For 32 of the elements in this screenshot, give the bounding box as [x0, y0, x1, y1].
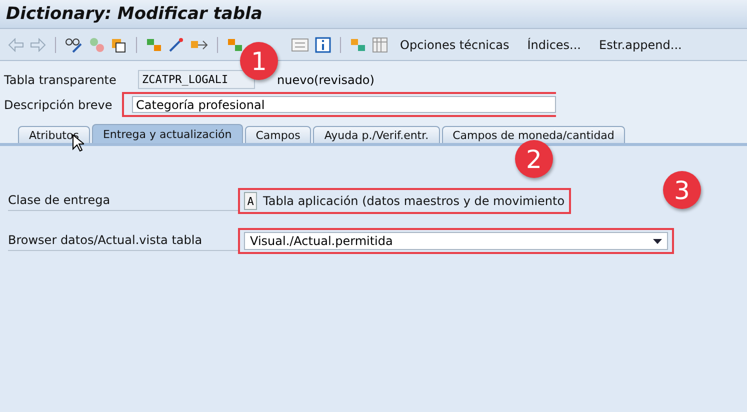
list-icon[interactable]	[291, 38, 309, 52]
toolbar-button[interactable]: Opciones técnicas	[394, 38, 516, 52]
glasses-pencil-icon[interactable]	[65, 36, 83, 52]
field-label: Browser datos/Actual.vista tabla	[8, 231, 238, 251]
info-icon[interactable]	[315, 36, 331, 52]
field-label: Clase de entrega	[8, 191, 238, 211]
field-label: Descripción breve	[4, 98, 114, 112]
table-name-field: ZCATPR_LOGALI	[138, 70, 255, 89]
forward-arrow-icon[interactable]	[30, 38, 46, 52]
description-field[interactable]: Categoría profesional	[132, 96, 556, 113]
table-grid-icon[interactable]	[372, 36, 388, 52]
grid-blocks-icon[interactable]	[350, 36, 366, 52]
toolbar-button[interactable]: Estr.append...	[593, 38, 688, 52]
delivery-code-field[interactable]: A	[244, 192, 257, 210]
browser-dropdown[interactable]: Visual./Actual.permitida	[244, 232, 668, 250]
status-text: nuevo(revisado)	[277, 72, 374, 86]
delivery-class-text: Tabla aplicación (datos maestros y de movimiento	[263, 194, 565, 208]
tab[interactable]: Campos de moneda/cantidad	[442, 126, 626, 143]
copy-pages-icon[interactable]	[111, 36, 127, 52]
back-arrow-icon[interactable]	[8, 38, 24, 52]
tab[interactable]: Campos	[244, 126, 312, 143]
tree-structure-icon[interactable]	[227, 36, 243, 52]
magic-wand-icon[interactable]	[168, 36, 184, 52]
hierarchy-icon[interactable]	[146, 36, 162, 52]
field-label: Tabla transparente	[4, 72, 118, 86]
toolbar-button[interactable]: Índices...	[521, 38, 587, 52]
tab[interactable]: Atributos	[18, 126, 90, 143]
tab[interactable]: Entrega y actualización	[92, 124, 243, 143]
tab[interactable]: Ayuda p./Verif.entr.	[313, 126, 440, 143]
window-title: Dictionary: Modificar tabla	[6, 4, 262, 24]
toggle-circles-icon[interactable]	[89, 36, 105, 52]
dropdown-caret-icon[interactable]	[653, 238, 662, 244]
